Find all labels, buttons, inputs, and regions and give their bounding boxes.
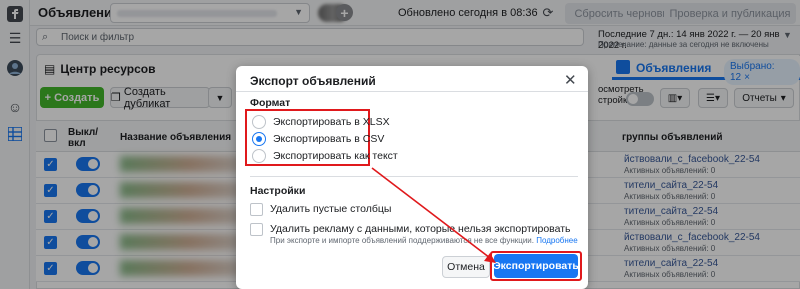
annotation-arrow	[371, 167, 496, 263]
